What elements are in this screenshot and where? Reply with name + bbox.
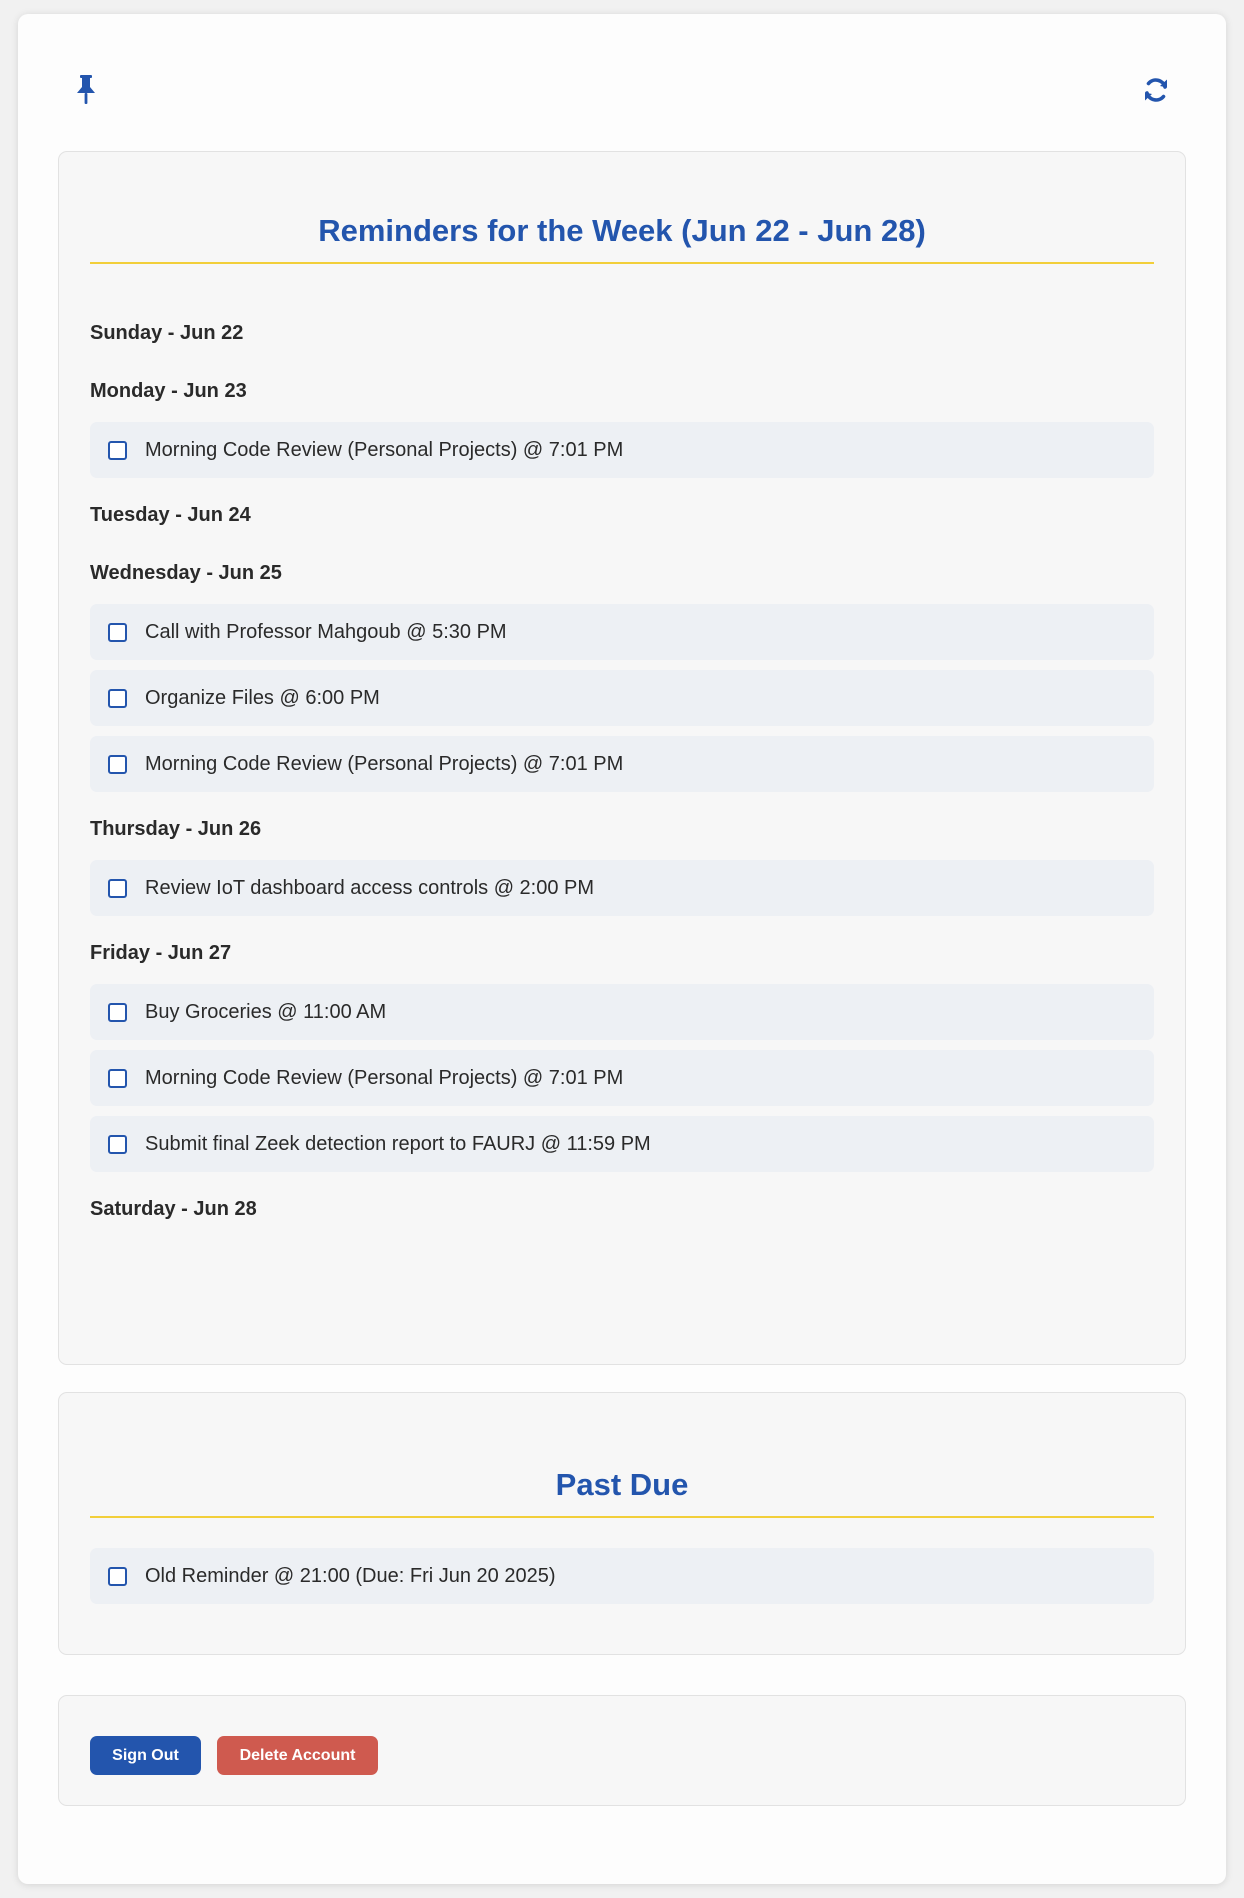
reminder-checkbox[interactable]: [108, 1002, 127, 1022]
reminder-checkbox[interactable]: [108, 1068, 127, 1088]
day-heading: Saturday - Jun 28: [90, 1198, 257, 1220]
day-reminder-group: Buy Groceries @ 11:00 AM Morning Code Rev…: [90, 984, 1154, 1172]
reminder-checkbox[interactable]: [108, 1566, 127, 1586]
reminder-item[interactable]: Review IoT dashboard access controls @ 2…: [90, 860, 1154, 916]
delete-account-button[interactable]: Delete Account: [217, 1736, 378, 1775]
reminder-item[interactable]: Call with Professor Mahgoub @ 5:30 PM: [90, 604, 1154, 660]
reminder-text: Morning Code Review (Personal Projects) …: [145, 438, 624, 461]
day-heading: Sunday - Jun 22: [90, 322, 244, 344]
reminder-text: Morning Code Review (Personal Projects) …: [145, 752, 624, 775]
sign-out-button[interactable]: Sign Out: [90, 1736, 201, 1775]
reminder-item[interactable]: Organize Files @ 6:00 PM: [90, 670, 1154, 726]
reminder-item[interactable]: Old Reminder @ 21:00 (Due: Fri Jun 20 20…: [90, 1548, 1154, 1604]
reminder-checkbox[interactable]: [108, 622, 127, 642]
reminder-text: Submit final Zeek detection report to FA…: [145, 1132, 651, 1155]
reminder-text: Old Reminder @ 21:00 (Due: Fri Jun 20 20…: [145, 1564, 556, 1587]
past-due-list: Old Reminder @ 21:00 (Due: Fri Jun 20 20…: [90, 1548, 1154, 1618]
day-heading: Friday - Jun 27: [90, 942, 232, 964]
day-heading: Tuesday - Jun 24: [90, 504, 251, 526]
reminder-text: Review IoT dashboard access controls @ 2…: [145, 876, 595, 899]
day-reminder-group: Call with Professor Mahgoub @ 5:30 PM Org…: [90, 604, 1154, 792]
reminder-text: Buy Groceries @ 11:00 AM: [145, 1000, 387, 1023]
reminder-checkbox[interactable]: [108, 1134, 127, 1154]
reminder-checkbox[interactable]: [108, 688, 127, 708]
reminder-text: Call with Professor Mahgoub @ 5:30 PM: [145, 620, 507, 643]
top-toolbar: [18, 14, 1226, 134]
reminder-checkbox[interactable]: [108, 754, 127, 774]
day-list: Sunday - Jun 22 Monday - Jun 23 Morning Co…: [90, 310, 1154, 1244]
reminder-item[interactable]: Morning Code Review (Personal Projects) …: [90, 736, 1154, 792]
day-heading: Thursday - Jun 26: [90, 818, 262, 840]
refresh-icon[interactable]: [1134, 68, 1178, 112]
past-due-card: Past Due Old Reminder @ 21:00 (Due: Fri …: [58, 1392, 1186, 1655]
day-heading: Wednesday - Jun 25: [90, 562, 282, 584]
account-actions-card: Sign Out Delete Account: [58, 1695, 1186, 1806]
reminder-item[interactable]: Morning Code Review (Personal Projects) …: [90, 1050, 1154, 1106]
week-title: Reminders for the Week (Jun 22 - Jun 28): [90, 213, 1154, 264]
reminder-item[interactable]: Morning Code Review (Personal Projects) …: [90, 422, 1154, 478]
reminder-checkbox[interactable]: [108, 878, 127, 898]
day-reminder-group: Review IoT dashboard access controls @ 2…: [90, 860, 1154, 916]
reminder-checkbox[interactable]: [108, 440, 127, 460]
day-heading: Monday - Jun 23: [90, 380, 247, 402]
past-due-title: Past Due: [90, 1467, 1154, 1518]
pin-icon[interactable]: [64, 68, 108, 112]
weekly-reminders-card: Reminders for the Week (Jun 22 - Jun 28)…: [58, 151, 1186, 1365]
day-reminder-group: Morning Code Review (Personal Projects) …: [90, 422, 1154, 478]
reminder-text: Organize Files @ 6:00 PM: [145, 686, 380, 709]
app-window: Reminders for the Week (Jun 22 - Jun 28)…: [18, 14, 1226, 1884]
reminder-item[interactable]: Buy Groceries @ 11:00 AM: [90, 984, 1154, 1040]
reminder-text: Morning Code Review (Personal Projects) …: [145, 1066, 624, 1089]
reminder-item[interactable]: Submit final Zeek detection report to FA…: [90, 1116, 1154, 1172]
